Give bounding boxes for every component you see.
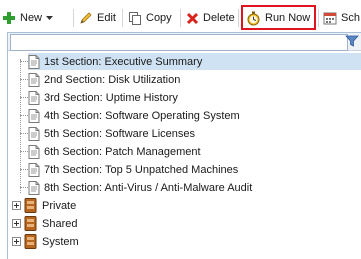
expand-plus-icon[interactable] xyxy=(12,201,21,210)
report-tree-panel: 1st Section: Executive Summary 2nd Sectio… xyxy=(7,32,361,259)
tree-connector xyxy=(20,187,28,188)
folder-item[interactable]: Shared xyxy=(24,215,77,232)
filter-row xyxy=(8,33,361,51)
toolbar-separator xyxy=(73,9,74,27)
filter-input[interactable] xyxy=(10,34,348,51)
report-section-label: 1st Section: Executive Summary xyxy=(44,55,203,68)
filter-funnel-icon[interactable] xyxy=(345,34,359,48)
folder-icon xyxy=(24,198,37,213)
report-document-icon xyxy=(28,126,40,141)
toolbar: New Edit Copy Delete Run Now Sch xyxy=(0,0,361,35)
delete-button[interactable]: Delete xyxy=(186,7,235,29)
copy-icon xyxy=(129,12,141,25)
report-section-item[interactable]: 4th Section: Software Operating System xyxy=(28,107,246,124)
run-now-button[interactable]: Run Now xyxy=(246,7,310,29)
new-button[interactable]: New xyxy=(2,7,54,29)
edit-label: Edit xyxy=(97,12,116,24)
folder-label: Private xyxy=(42,199,77,212)
report-section-label: 5th Section: Software Licenses xyxy=(44,127,196,140)
report-section-item[interactable]: 7th Section: Top 5 Unpatched Machines xyxy=(28,161,244,178)
report-document-icon xyxy=(28,144,40,159)
folder-label: Shared xyxy=(42,217,78,230)
delete-label: Delete xyxy=(203,12,235,24)
toolbar-separator xyxy=(318,9,319,27)
report-section-item[interactable]: 3rd Section: Uptime History xyxy=(28,89,184,106)
toolbar-separator xyxy=(122,9,123,27)
report-document-icon xyxy=(28,90,40,105)
report-section-item[interactable]: 5th Section: Software Licenses xyxy=(28,125,201,142)
stopwatch-icon xyxy=(247,11,260,25)
tree-connector xyxy=(20,61,28,62)
report-section-label: 3rd Section: Uptime History xyxy=(44,91,178,104)
tree-connector xyxy=(20,115,28,116)
folder-item[interactable]: Private xyxy=(24,197,76,214)
tree-connector xyxy=(20,151,28,152)
report-document-icon xyxy=(28,108,40,123)
folder-icon xyxy=(24,234,37,249)
schedule-label: Sch xyxy=(341,12,360,24)
plus-icon xyxy=(3,12,15,24)
report-section-item[interactable]: 2nd Section: Disk Utilization xyxy=(28,71,186,88)
report-document-icon xyxy=(28,162,40,177)
tree-connector xyxy=(20,97,28,98)
report-document-icon xyxy=(28,54,40,69)
expand-plus-icon[interactable] xyxy=(12,219,21,228)
new-label: New xyxy=(20,12,43,24)
copy-label: Copy xyxy=(146,12,172,24)
folder-icon xyxy=(24,216,37,231)
delete-x-icon xyxy=(186,12,199,24)
pencil-icon xyxy=(80,12,92,24)
report-section-label: 6th Section: Patch Management xyxy=(44,145,201,158)
calendar-icon xyxy=(323,12,337,25)
report-section-label: 4th Section: Software Operating System xyxy=(44,109,240,122)
report-section-label: 2nd Section: Disk Utilization xyxy=(44,73,181,86)
toolbar-separator xyxy=(238,9,239,27)
tree-connector xyxy=(20,133,28,134)
run-now-label: Run Now xyxy=(265,12,311,24)
report-section-label: 7th Section: Top 5 Unpatched Machines xyxy=(44,163,239,176)
expand-plus-icon[interactable] xyxy=(12,237,21,246)
schedule-button[interactable]: Sch xyxy=(323,7,360,29)
tree-connector xyxy=(20,79,28,80)
edit-button[interactable]: Edit xyxy=(79,7,116,29)
report-document-icon xyxy=(28,180,40,195)
tree-connector xyxy=(20,169,28,170)
report-document-icon xyxy=(28,72,40,87)
folder-label: System xyxy=(42,235,79,248)
dropdown-arrow-icon xyxy=(46,15,54,20)
report-section-item[interactable]: 6th Section: Patch Management xyxy=(28,143,207,160)
report-section-item[interactable]: 1st Section: Executive Summary xyxy=(28,53,361,70)
copy-button[interactable]: Copy xyxy=(128,7,172,29)
toolbar-separator xyxy=(180,9,181,27)
report-section-item[interactable]: 8th Section: Anti-Virus / Anti-Malware A… xyxy=(28,179,258,196)
report-section-label: 8th Section: Anti-Virus / Anti-Malware A… xyxy=(44,181,253,194)
folder-item[interactable]: System xyxy=(24,233,79,250)
